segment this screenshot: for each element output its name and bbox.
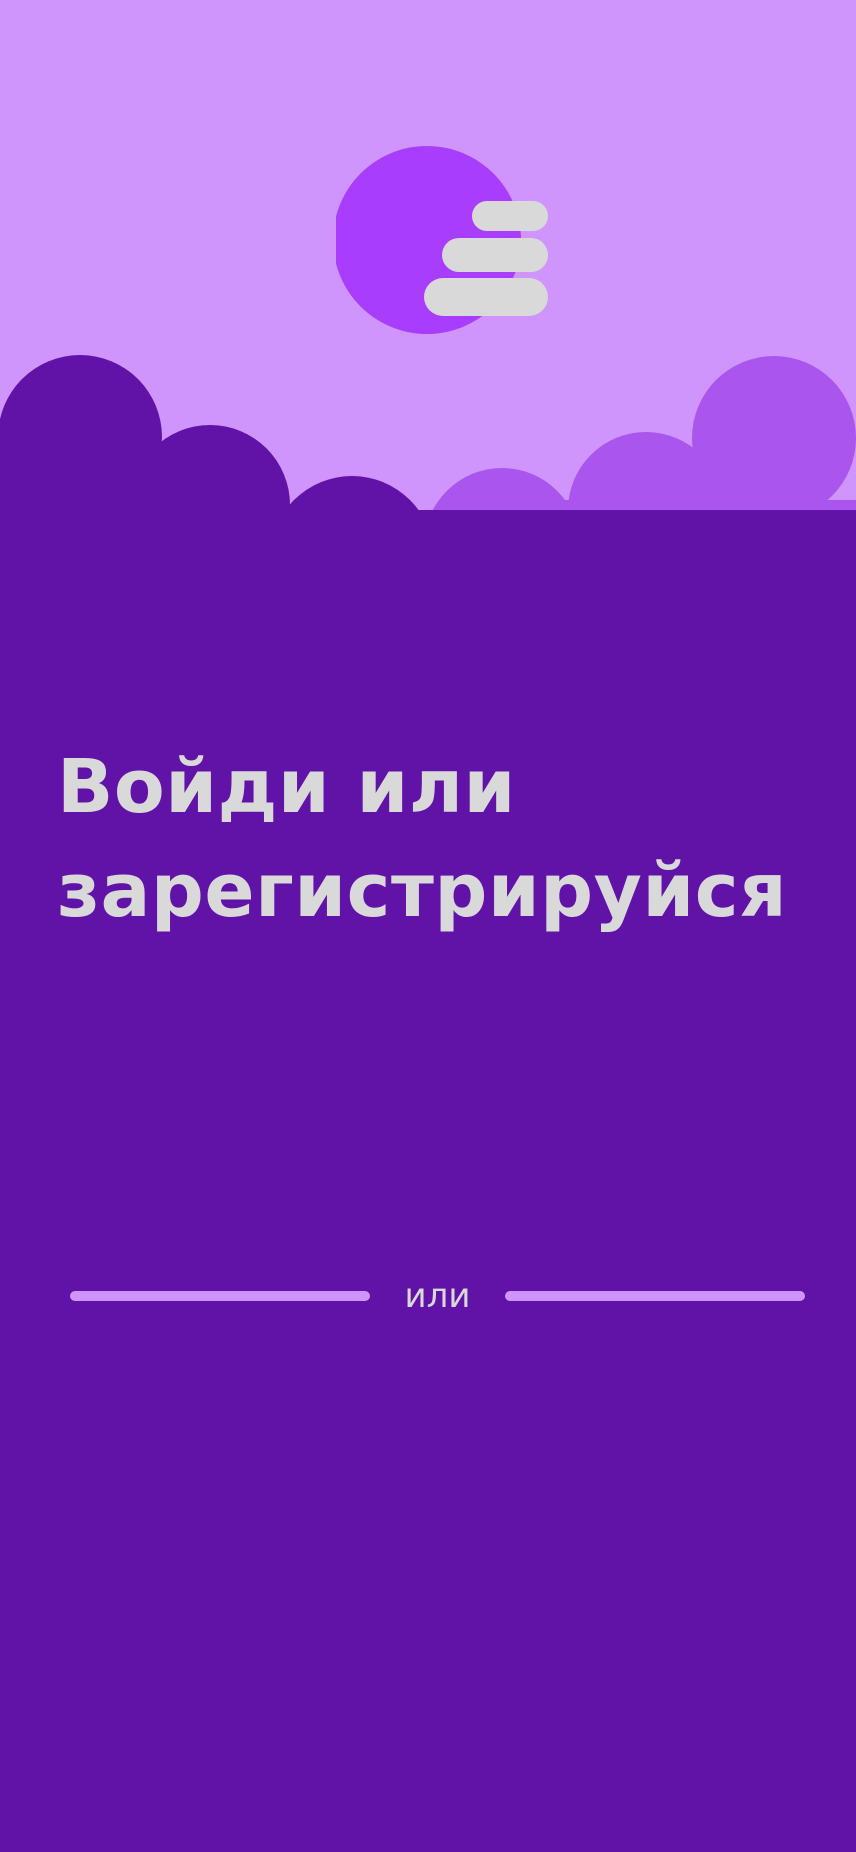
auth-screen: Войди или зарегистрируйся или — [0, 0, 856, 1852]
divider-line-right — [505, 1291, 805, 1301]
or-divider: или — [70, 1268, 805, 1324]
stacked-bars-logo-icon — [336, 146, 548, 334]
page-title-line-1: Войди или — [57, 744, 516, 830]
front-clouds — [0, 355, 856, 1852]
divider-line-left — [70, 1291, 370, 1301]
divider-label: или — [404, 1276, 471, 1316]
page-title: Войди или зарегистрируйся — [57, 735, 837, 943]
page-title-line-2: зарегистрируйся — [57, 848, 788, 934]
